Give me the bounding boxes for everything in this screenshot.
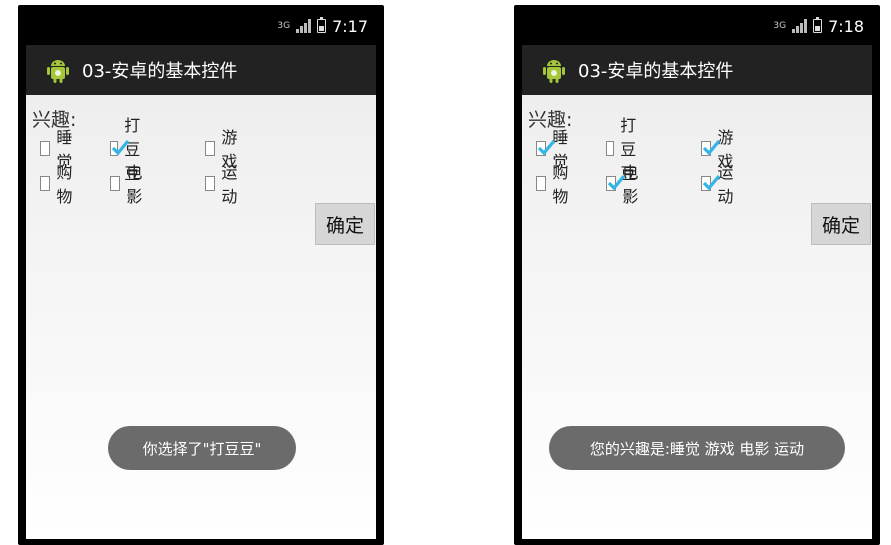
checkbox-movie[interactable]: 电影 [110,163,147,206]
checkbox-beat-doudou[interactable]: 打豆豆 [110,116,147,183]
ok-button[interactable]: 确定 [811,203,871,245]
checkbox-game[interactable]: 游戏 [701,128,738,171]
checkbox-sleep[interactable]: 睡觉 [40,128,77,171]
ok-button[interactable]: 确定 [315,203,375,245]
phone-right: 3G 7:18 03-安卓的基本控件 兴趣: 睡觉 打豆豆 游戏 购物 电影 运… [514,5,880,545]
screen-content: 兴趣: 睡觉 打豆豆 游戏 购物 电影 运动 确定 你选择了"打豆豆" [26,95,376,539]
toast-message: 你选择了"打豆豆" [108,426,296,470]
status-time: 7:17 [332,16,368,36]
checkbox-shopping[interactable]: 购物 [536,163,573,206]
signal-icon [296,19,312,33]
checkmark-icon [111,139,130,155]
checkbox-shopping[interactable]: 购物 [40,163,77,206]
status-bar: 3G 7:18 [522,5,872,45]
signal-icon [792,19,808,33]
checkbox-sport[interactable]: 运动 [701,163,738,206]
checkbox-game[interactable]: 游戏 [205,128,242,171]
app-title: 03-安卓的基本控件 [82,61,238,82]
toast-message: 您的兴趣是:睡觉 游戏 电影 运动 [549,426,845,470]
app-title: 03-安卓的基本控件 [578,61,734,82]
android-robot-icon [47,60,69,83]
network-type: 3G [773,20,787,31]
checkbox-sport[interactable]: 运动 [205,163,242,206]
checkbox-movie[interactable]: 电影 [606,163,643,206]
battery-icon [813,17,823,33]
checkmark-icon [702,139,721,155]
screen-content: 兴趣: 睡觉 打豆豆 游戏 购物 电影 运动 确定 您的兴趣是:睡觉 游戏 电影… [522,95,872,539]
network-type: 3G [277,20,291,31]
action-bar: 03-安卓的基本控件 [522,45,872,95]
checkmark-icon [702,174,721,190]
battery-icon [317,17,327,33]
status-bar: 3G 7:17 [26,5,376,45]
action-bar: 03-安卓的基本控件 [26,45,376,95]
checkbox-sleep[interactable]: 睡觉 [536,128,573,171]
checkmark-icon [537,139,556,155]
status-time: 7:18 [828,16,864,36]
checkbox-beat-doudou[interactable]: 打豆豆 [606,116,643,183]
checkmark-icon [607,174,626,190]
phone-left: 3G 7:17 03-安卓的基本控件 兴趣: 睡觉 打豆豆 游戏 购物 电影 运… [18,5,384,545]
android-robot-icon [543,60,565,83]
